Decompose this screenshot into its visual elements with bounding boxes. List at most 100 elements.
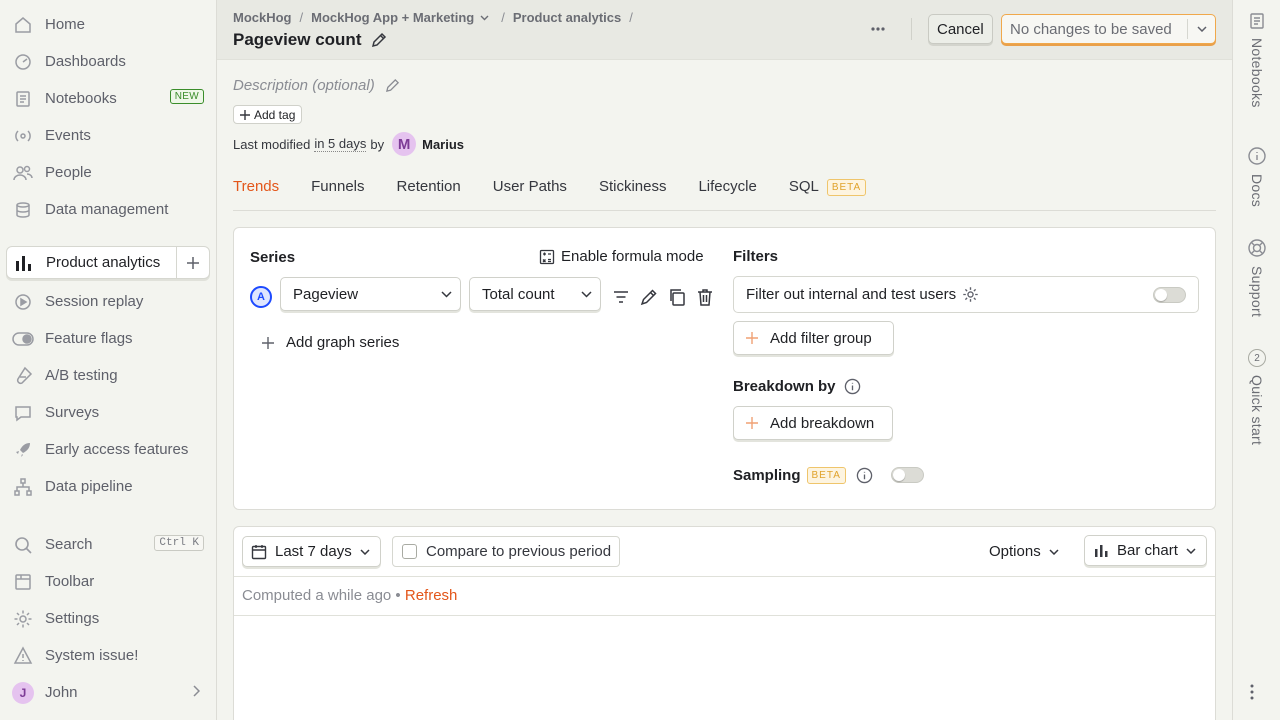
sidebar-item-label: Data management	[45, 201, 169, 218]
search-shortcut: Ctrl K	[154, 535, 204, 551]
refresh-link[interactable]: Refresh	[405, 587, 458, 604]
breadcrumb-section[interactable]: Product analytics	[513, 10, 621, 25]
add-breakdown-button[interactable]: Add breakdown	[733, 406, 893, 440]
new-insight-button[interactable]	[176, 247, 209, 278]
sidebar-item-label: Notebooks	[45, 90, 117, 107]
tab-funnels[interactable]: Funnels	[311, 178, 364, 211]
filters-heading: Filters	[733, 248, 779, 265]
sidebar-item-people[interactable]: People	[6, 154, 210, 191]
info-icon[interactable]	[844, 378, 861, 395]
breadcrumb-org[interactable]: MockHog	[233, 10, 292, 25]
rail-support[interactable]: Support	[1245, 238, 1269, 317]
sidebar-item-events[interactable]: Events	[6, 117, 210, 154]
sidebar-item-label: Search	[45, 536, 93, 553]
duplicate-series-button[interactable]	[667, 287, 687, 307]
edit-title-icon[interactable]	[371, 32, 387, 48]
math-select-value: Total count	[482, 285, 555, 303]
chevron-down-icon	[581, 290, 592, 298]
sidebar-item-label: Product analytics	[46, 254, 161, 271]
math-select[interactable]: Total count	[469, 277, 601, 311]
sampling-toggle[interactable]	[890, 467, 924, 483]
save-button[interactable]: No changes to be saved	[1001, 14, 1216, 44]
gear-icon	[12, 608, 34, 630]
calculator-icon	[539, 249, 555, 264]
tab-lifecycle[interactable]: Lifecycle	[698, 178, 756, 211]
series-filter-button[interactable]	[611, 287, 631, 307]
rail-more-button[interactable]	[1250, 684, 1254, 700]
cancel-button[interactable]: Cancel	[928, 14, 993, 44]
plus-icon	[187, 256, 199, 269]
sidebar-item-feature-flags[interactable]: Feature flags	[6, 320, 210, 357]
rename-series-button[interactable]	[639, 287, 659, 307]
sidebar-item-product-analytics[interactable]: Product analytics	[6, 246, 210, 279]
compare-previous-checkbox[interactable]: Compare to previous period	[392, 536, 621, 567]
modified-prefix: Last modified	[233, 136, 311, 152]
add-graph-series-button[interactable]: Add graph series	[262, 334, 399, 351]
notebook-icon	[1250, 13, 1264, 29]
rail-notebooks[interactable]: Notebooks	[1245, 12, 1269, 108]
sidebar-item-early-access[interactable]: Early access features	[6, 431, 210, 468]
tab-retention[interactable]: Retention	[397, 178, 461, 211]
edit-icon	[385, 78, 399, 93]
sidebar-item-dashboards[interactable]: Dashboards	[6, 43, 210, 80]
options-label: Options	[989, 543, 1041, 560]
add-filter-group-button[interactable]: Add filter group	[733, 321, 894, 355]
sidebar-item-label: Toolbar	[45, 573, 95, 590]
top-header: MockHog / MockHog App + Marketing / Prod…	[217, 0, 1232, 60]
internal-filter-label: Filter out internal and test users	[746, 286, 957, 303]
sidebar-item-surveys[interactable]: Surveys	[6, 394, 210, 431]
add-series-label: Add graph series	[286, 334, 400, 351]
add-tag-button[interactable]: Add tag	[233, 105, 303, 124]
sidebar-item-search[interactable]: Search Ctrl K	[6, 526, 210, 563]
formula-mode-button[interactable]: Enable formula mode	[539, 248, 704, 265]
toolbar-icon	[12, 571, 34, 593]
sidebar-item-settings[interactable]: Settings	[6, 600, 210, 637]
description-field[interactable]: Description (optional)	[233, 77, 400, 94]
rail-docs[interactable]: Docs	[1245, 146, 1269, 207]
sidebar-item-label: Session replay	[45, 293, 144, 310]
delete-series-button[interactable]	[695, 287, 715, 307]
sidebar-item-ab-testing[interactable]: A/B testing	[6, 357, 210, 394]
add-breakdown-label: Add breakdown	[770, 414, 875, 432]
more-icon	[871, 27, 885, 31]
sidebar-item-label: System issue!	[45, 647, 139, 664]
tab-trends[interactable]: Trends	[233, 178, 279, 211]
tab-user-paths[interactable]: User Paths	[493, 178, 567, 211]
internal-filter-toggle[interactable]	[1153, 287, 1186, 303]
author-name: Marius	[422, 136, 465, 152]
tab-sql-label: SQL	[788, 178, 819, 195]
date-range-picker[interactable]: Last 7 days	[242, 536, 381, 567]
quick-start-progress-badge: 2	[1248, 349, 1266, 367]
beta-badge: BETA	[806, 467, 846, 484]
breadcrumb-project[interactable]: MockHog App + Marketing	[311, 10, 489, 25]
sidebar-item-notebooks[interactable]: Notebooks NEW	[6, 80, 210, 117]
gear-icon[interactable]	[962, 286, 979, 303]
page-title: Pageview count	[233, 30, 387, 50]
info-icon[interactable]	[856, 467, 873, 484]
sidebar-item-session-replay[interactable]: Session replay	[6, 283, 210, 320]
tab-sql[interactable]: SQL BETA	[788, 178, 867, 211]
filter-icon	[614, 291, 628, 303]
database-icon	[12, 199, 34, 221]
event-select-value: Pageview	[293, 285, 359, 303]
insight-type-tabs: Trends Funnels Retention User Paths Stic…	[233, 178, 1216, 211]
breakdown-heading: Breakdown by	[733, 378, 861, 395]
sidebar-item-system-issue[interactable]: System issue!	[6, 637, 210, 674]
more-menu-button[interactable]	[867, 18, 889, 40]
plus-icon	[262, 336, 274, 349]
sidebar-item-data-management[interactable]: Data management	[6, 191, 210, 228]
sidebar-item-user[interactable]: J John	[6, 674, 210, 711]
chart-type-select[interactable]: Bar chart	[1084, 535, 1207, 566]
checkbox[interactable]	[402, 544, 417, 559]
avatar: M	[392, 132, 417, 156]
event-select[interactable]: Pageview	[280, 277, 461, 311]
sidebar-item-home[interactable]: Home	[6, 6, 210, 43]
sidebar-item-data-pipeline[interactable]: Data pipeline	[6, 468, 210, 505]
save-options-button[interactable]	[1187, 19, 1215, 39]
tab-stickiness[interactable]: Stickiness	[599, 178, 667, 211]
rail-quick-start[interactable]: 2 Quick start	[1245, 349, 1269, 445]
options-button[interactable]: Options	[989, 543, 1059, 560]
sidebar-item-toolbar[interactable]: Toolbar	[6, 563, 210, 600]
chart-type-value: Bar chart	[1117, 542, 1178, 559]
plus-icon	[240, 109, 250, 120]
